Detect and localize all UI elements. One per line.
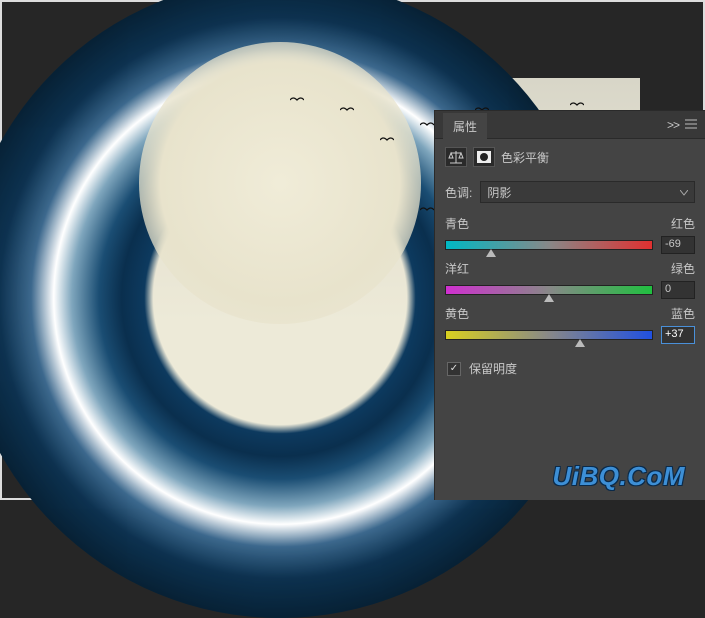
panel-tab-properties[interactable]: 属性: [443, 113, 487, 140]
balance-scale-icon: [445, 147, 467, 167]
slider-thumb[interactable]: [544, 294, 554, 302]
slider-thumb[interactable]: [486, 249, 496, 257]
slider-left-label: 青色: [445, 215, 469, 232]
chevron-down-icon: [680, 185, 688, 199]
slider-track[interactable]: [445, 240, 653, 250]
color-slider-0: 青色 红色 -69: [435, 211, 705, 256]
slider-value-input[interactable]: 0: [661, 281, 695, 299]
tone-select[interactable]: 阴影: [480, 181, 695, 203]
adjustment-name: 色彩平衡: [501, 149, 549, 166]
watermark: UiBQ.CoM: [552, 461, 685, 492]
slider-value-input[interactable]: -69: [661, 236, 695, 254]
bird-icon: [380, 133, 394, 141]
tone-row: 色调: 阴影: [435, 173, 705, 211]
bird-icon: [420, 203, 434, 211]
color-slider-1: 洋红 绿色 0: [435, 256, 705, 301]
adjustment-type-row: 色彩平衡: [435, 139, 705, 173]
slider-value-input[interactable]: +37: [661, 326, 695, 344]
color-slider-2: 黄色 蓝色 +37: [435, 301, 705, 346]
bird-icon: [290, 93, 304, 101]
slider-track[interactable]: [445, 330, 653, 340]
slider-thumb[interactable]: [575, 339, 585, 347]
panel-collapse-button[interactable]: >>: [667, 118, 679, 132]
panel-header: 属性 >>: [435, 111, 705, 139]
bird-icon: [340, 103, 354, 111]
slider-track[interactable]: [445, 285, 653, 295]
slider-left-label: 洋红: [445, 260, 469, 277]
tone-label: 色调:: [445, 184, 472, 201]
preserve-luminosity-checkbox[interactable]: ✓: [447, 362, 461, 376]
panel-menu-icon[interactable]: [685, 118, 697, 132]
preserve-luminosity-label: 保留明度: [469, 360, 517, 377]
slider-right-label: 绿色: [671, 260, 695, 277]
tone-value: 阴影: [487, 184, 511, 201]
mask-icon[interactable]: [473, 147, 495, 167]
bird-icon: [570, 98, 584, 106]
slider-left-label: 黄色: [445, 305, 469, 322]
bird-icon: [420, 118, 434, 126]
preserve-luminosity-row: ✓ 保留明度: [435, 346, 705, 391]
slider-right-label: 红色: [671, 215, 695, 232]
slider-right-label: 蓝色: [671, 305, 695, 322]
properties-panel: 属性 >> 色彩平衡 色调: 阴影 青色 红色 -69 洋红 绿色 0 黄色 蓝色 +37 ✓ …: [434, 110, 705, 500]
